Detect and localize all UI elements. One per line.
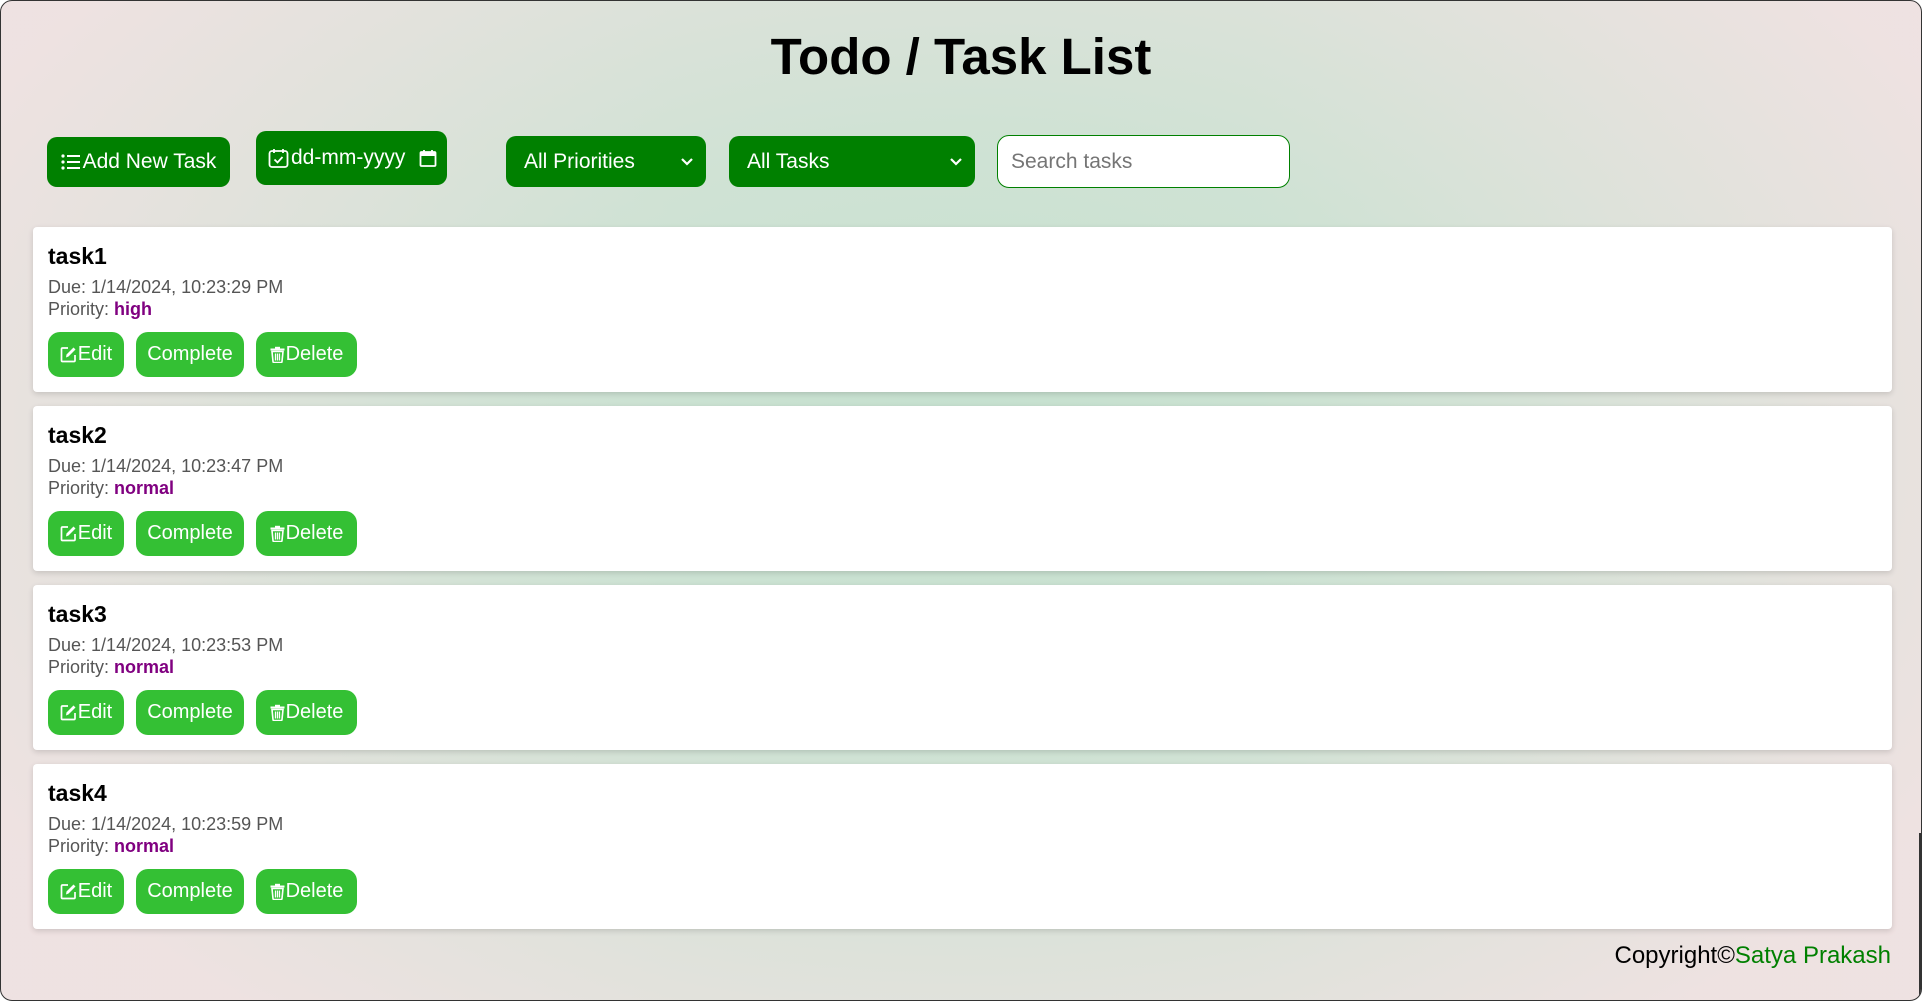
task-card: task1 Due: 1/14/2024, 10:23:29 PM Priori… xyxy=(33,227,1892,392)
due-label: Due: xyxy=(48,814,87,834)
author-link[interactable]: Satya Prakash xyxy=(1735,942,1891,969)
task-due: Due: 1/14/2024, 10:23:59 PM xyxy=(48,813,1877,835)
page-title: Todo / Task List xyxy=(770,28,1152,85)
task-title: task4 xyxy=(48,780,107,806)
edit-icon xyxy=(60,704,77,721)
task-due: Due: 1/14/2024, 10:23:47 PM xyxy=(48,455,1877,477)
task-actions: Edit Complete Delete xyxy=(48,332,1877,377)
priority-value: normal xyxy=(114,836,175,856)
task-priority: Priority: normal xyxy=(48,477,1877,499)
edit-label: Edit xyxy=(77,701,113,723)
edit-label: Edit xyxy=(77,522,113,544)
trash-icon xyxy=(270,525,285,542)
task-title: task3 xyxy=(48,601,107,627)
copyright-text: Copyright© xyxy=(1614,942,1735,969)
edit-button[interactable]: Edit xyxy=(48,869,124,914)
priority-value: high xyxy=(114,299,153,319)
priority-value: normal xyxy=(114,657,175,677)
list-icon xyxy=(60,154,81,170)
status-filter-value: All Tasks xyxy=(747,149,830,173)
edit-label: Edit xyxy=(77,343,113,365)
complete-button[interactable]: Complete xyxy=(136,332,244,377)
edit-button[interactable]: Edit xyxy=(48,511,124,556)
priority-value: normal xyxy=(114,478,175,498)
status-filter-select[interactable]: All Tasks xyxy=(729,136,975,187)
due-label: Due: xyxy=(48,635,87,655)
due-value: 1/14/2024, 10:23:47 PM xyxy=(91,456,284,476)
task-actions: Edit Complete Delete xyxy=(48,511,1877,556)
due-value: 1/14/2024, 10:23:53 PM xyxy=(91,635,284,655)
delete-label: Delete xyxy=(285,701,344,723)
footer-copyright: Copyright©Satya Prakash xyxy=(1615,942,1892,970)
due-date-input[interactable]: dd-mm-yyyy xyxy=(256,131,447,185)
complete-button[interactable]: Complete xyxy=(136,869,244,914)
task-card: task3 Due: 1/14/2024, 10:23:53 PM Priori… xyxy=(33,585,1892,750)
edit-button[interactable]: Edit xyxy=(48,690,124,735)
due-value: 1/14/2024, 10:23:29 PM xyxy=(91,277,284,297)
edit-icon xyxy=(60,346,77,363)
task-priority: Priority: high xyxy=(48,298,1877,320)
edit-icon xyxy=(60,525,77,542)
chevron-down-icon xyxy=(680,157,694,167)
task-list: task1 Due: 1/14/2024, 10:23:29 PM Priori… xyxy=(33,227,1892,943)
calendar-check-icon xyxy=(268,148,289,169)
priority-label: Priority: xyxy=(48,657,110,677)
app-window: Todo / Task List Add New Task dd-mm-yyyy… xyxy=(0,0,1922,1001)
calendar-icon[interactable] xyxy=(419,149,437,168)
complete-button[interactable]: Complete xyxy=(136,511,244,556)
complete-button[interactable]: Complete xyxy=(136,690,244,735)
priority-filter-value: All Priorities xyxy=(524,149,635,173)
delete-label: Delete xyxy=(285,880,344,902)
complete-label: Complete xyxy=(147,343,233,365)
trash-icon xyxy=(270,883,285,900)
task-actions: Edit Complete Delete xyxy=(48,690,1877,735)
trash-icon xyxy=(270,704,285,721)
delete-label: Delete xyxy=(285,343,344,365)
task-card: task2 Due: 1/14/2024, 10:23:47 PM Priori… xyxy=(33,406,1892,571)
edit-button[interactable]: Edit xyxy=(48,332,124,377)
search-input[interactable] xyxy=(997,135,1290,188)
complete-label: Complete xyxy=(147,522,233,544)
task-actions: Edit Complete Delete xyxy=(48,869,1877,914)
add-new-task-button[interactable]: Add New Task xyxy=(47,137,230,187)
priority-filter-select[interactable]: All Priorities xyxy=(506,136,706,187)
task-card: task4 Due: 1/14/2024, 10:23:59 PM Priori… xyxy=(33,764,1892,929)
task-due: Due: 1/14/2024, 10:23:29 PM xyxy=(48,276,1877,298)
scrollbar-edge xyxy=(1919,833,1921,1000)
task-priority: Priority: normal xyxy=(48,656,1877,678)
task-title: task2 xyxy=(48,422,107,448)
task-priority: Priority: normal xyxy=(48,835,1877,857)
edit-icon xyxy=(60,883,77,900)
task-title: task1 xyxy=(48,243,107,269)
trash-icon xyxy=(270,346,285,363)
task-due: Due: 1/14/2024, 10:23:53 PM xyxy=(48,634,1877,656)
delete-button[interactable]: Delete xyxy=(256,869,357,914)
delete-button[interactable]: Delete xyxy=(256,511,357,556)
edit-label: Edit xyxy=(77,880,113,902)
complete-label: Complete xyxy=(147,701,233,723)
priority-label: Priority: xyxy=(48,836,110,856)
complete-label: Complete xyxy=(147,880,233,902)
add-new-task-label: Add New Task xyxy=(82,150,217,173)
date-placeholder: dd-mm-yyyy xyxy=(291,146,406,169)
delete-button[interactable]: Delete xyxy=(256,332,357,377)
due-value: 1/14/2024, 10:23:59 PM xyxy=(91,814,284,834)
due-label: Due: xyxy=(48,277,87,297)
due-label: Due: xyxy=(48,456,87,476)
chevron-down-icon xyxy=(949,157,963,167)
priority-label: Priority: xyxy=(48,478,110,498)
priority-label: Priority: xyxy=(48,299,110,319)
delete-button[interactable]: Delete xyxy=(256,690,357,735)
delete-label: Delete xyxy=(285,522,344,544)
